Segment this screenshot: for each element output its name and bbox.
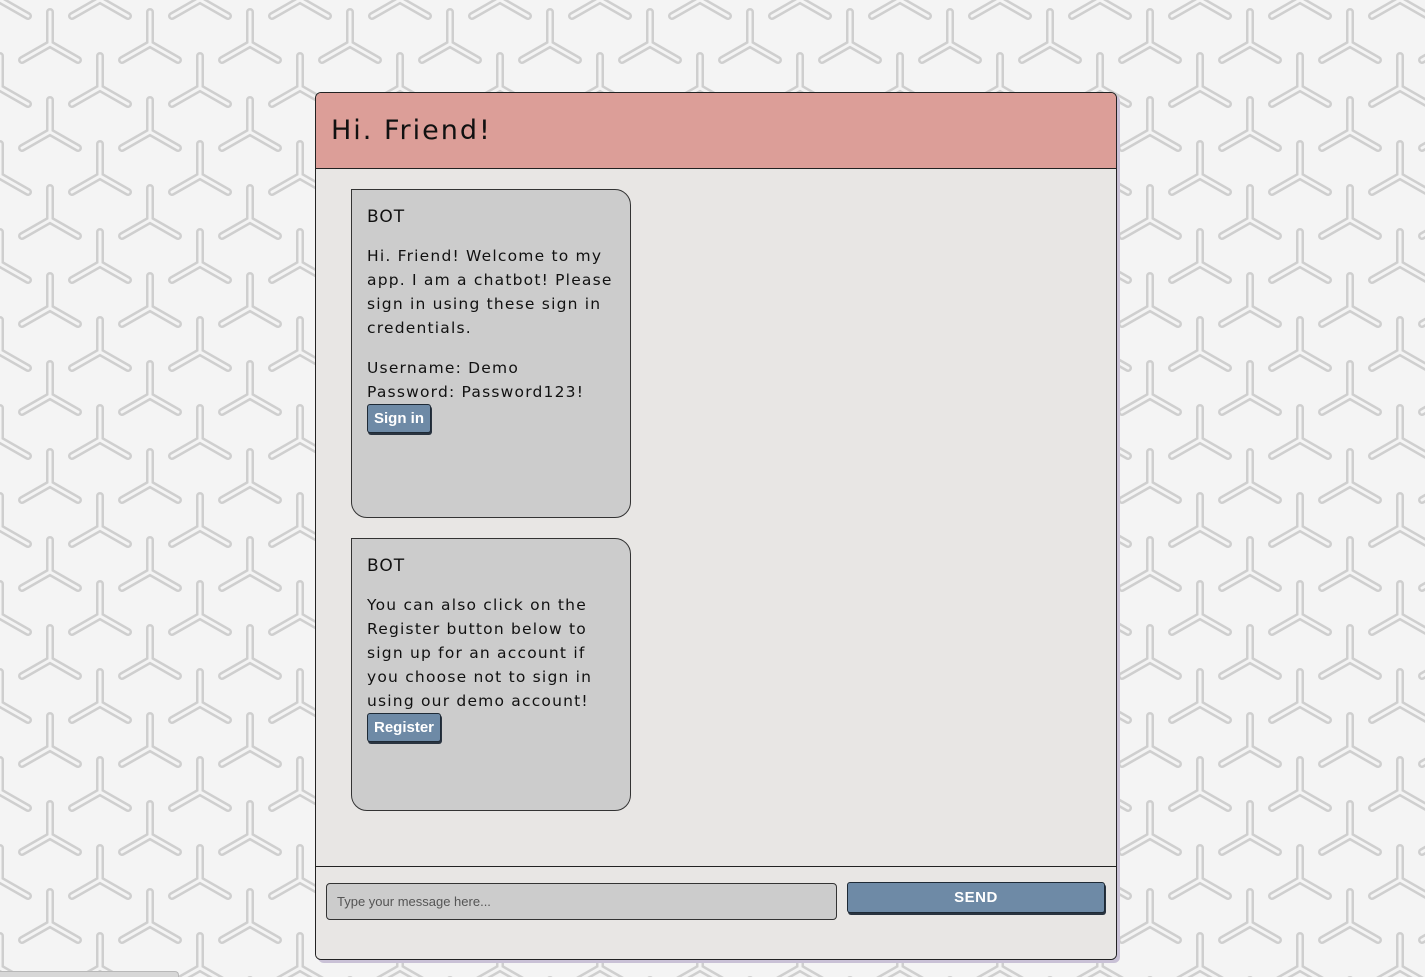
message-text: Hi. Friend! Welcome to my app. I am a ch… bbox=[367, 247, 613, 337]
message-text: You can also click on the Register butto… bbox=[367, 596, 593, 710]
chat-title: Hi. Friend! bbox=[331, 115, 492, 146]
message-sender: BOT bbox=[367, 556, 406, 576]
chat-composer: SEND bbox=[316, 866, 1116, 959]
horizontal-scrollbar[interactable] bbox=[0, 971, 179, 977]
sign-in-button[interactable]: Sign in bbox=[367, 404, 431, 433]
message-input[interactable] bbox=[326, 883, 837, 920]
register-button[interactable]: Register bbox=[367, 713, 442, 742]
bot-message: BOT You can also click on the Register b… bbox=[351, 538, 631, 811]
bot-message: BOT Hi. Friend! Welcome to my app. I am … bbox=[351, 189, 631, 518]
send-button[interactable]: SEND bbox=[847, 882, 1105, 913]
message-sender: BOT bbox=[367, 207, 406, 227]
chat-header: Hi. Friend! bbox=[316, 93, 1116, 169]
chat-window: Hi. Friend! BOT Hi. Friend! Welcome to m… bbox=[315, 92, 1117, 960]
chat-messages: BOT Hi. Friend! Welcome to my app. I am … bbox=[316, 169, 1116, 866]
credentials-text: Username: Demo Password: Password123! bbox=[367, 359, 585, 401]
